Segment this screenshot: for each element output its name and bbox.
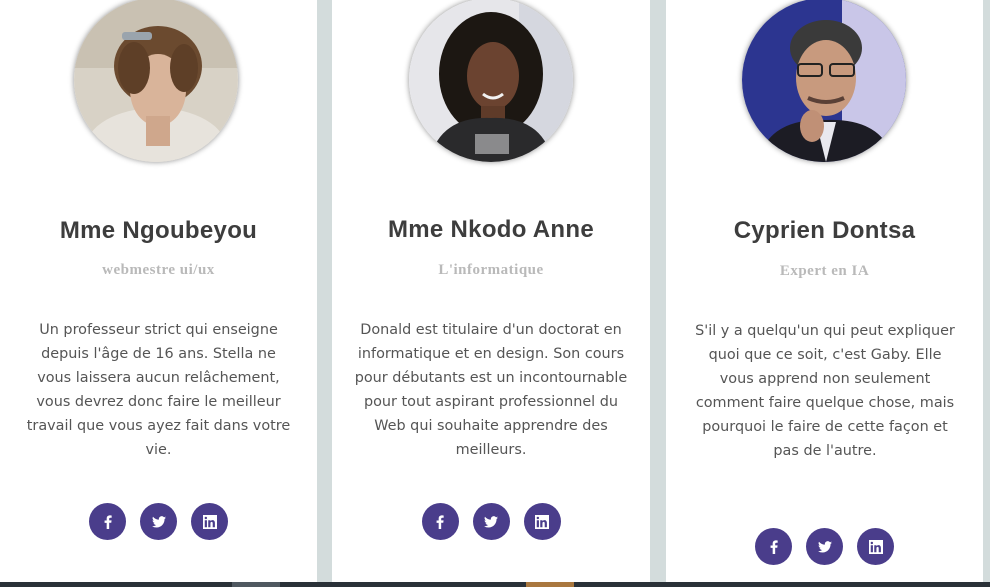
twitter-icon	[151, 515, 166, 529]
team-card: Cyprien Dontsa Expert en IA S'il y a que…	[666, 0, 983, 582]
twitter-button[interactable]	[140, 503, 177, 540]
footer-edge	[0, 582, 990, 587]
member-bio: Donald est titulaire d'un doctorat en in…	[354, 322, 628, 458]
member-role: webmestre ui/ux	[102, 262, 215, 278]
linkedin-icon	[535, 514, 549, 529]
footer-edge-segment	[232, 582, 280, 587]
member-bio: S'il y a quelqu'un qui peut expliquer qu…	[695, 323, 955, 459]
footer-edge-segment	[526, 582, 574, 587]
facebook-icon	[433, 514, 447, 529]
member-role: L'informatique	[438, 262, 544, 278]
linkedin-icon	[202, 514, 217, 529]
linkedin-button[interactable]	[857, 528, 894, 565]
avatar	[742, 0, 906, 162]
member-bio: Un professeur strict qui enseigne depuis…	[26, 322, 291, 458]
team-card: Mme Ngoubeyou webmestre ui/ux Un profess…	[0, 0, 317, 582]
member-name: Mme Nkodo Anne	[388, 216, 594, 243]
twitter-button[interactable]	[806, 528, 843, 565]
team-card: Mme Nkodo Anne L'informatique Donald est…	[332, 0, 650, 582]
avatar	[409, 0, 573, 162]
linkedin-icon	[868, 539, 883, 554]
member-name: Mme Ngoubeyou	[59, 217, 258, 244]
twitter-icon	[817, 540, 832, 554]
twitter-button[interactable]	[472, 503, 510, 540]
social-links	[666, 528, 983, 565]
member-name: Cyprien Dontsa	[733, 217, 916, 244]
social-links	[332, 503, 650, 540]
facebook-icon	[767, 539, 781, 554]
member-role: Expert en IA	[779, 263, 870, 279]
social-links	[0, 503, 317, 540]
facebook-button[interactable]	[755, 528, 792, 565]
facebook-button[interactable]	[89, 503, 126, 540]
linkedin-button[interactable]	[523, 503, 561, 540]
facebook-button[interactable]	[421, 503, 459, 540]
avatar	[74, 0, 238, 162]
twitter-icon	[484, 515, 498, 529]
linkedin-button[interactable]	[191, 503, 228, 540]
facebook-icon	[101, 514, 115, 529]
